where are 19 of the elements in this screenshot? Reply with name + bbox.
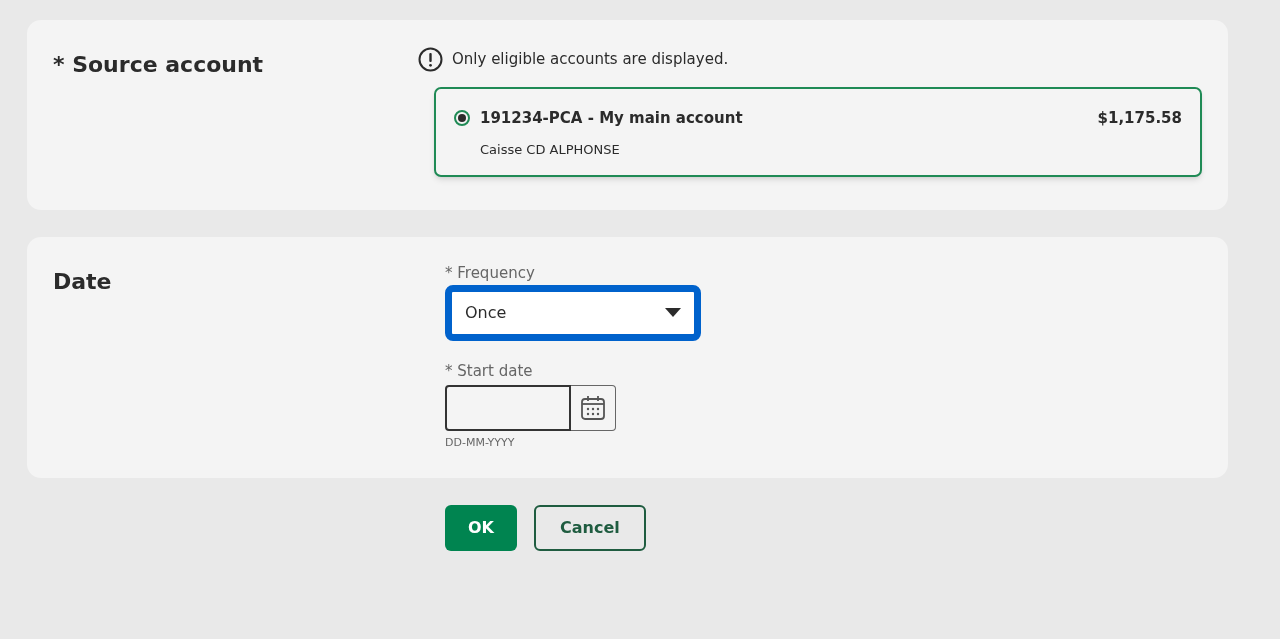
notice-text: Only eligible accounts are displayed. bbox=[452, 49, 729, 71]
account-name: 191234-PCA - My main account bbox=[480, 108, 743, 129]
section-title: * Source account bbox=[53, 51, 265, 79]
ok-button[interactable]: OK bbox=[445, 505, 517, 551]
date-input-field[interactable] bbox=[445, 385, 571, 431]
field-label: * Frequency bbox=[445, 263, 535, 283]
section-title: Date bbox=[53, 268, 113, 296]
calendar-icon bbox=[580, 395, 606, 421]
account-balance: $1,175.58 bbox=[1097, 108, 1182, 129]
cancel-button[interactable]: Cancel bbox=[534, 505, 646, 551]
calendar-button[interactable] bbox=[571, 385, 616, 431]
frequency-dropdown[interactable]: Once bbox=[445, 285, 701, 341]
caret-icon bbox=[665, 308, 681, 318]
branch-name: Caisse CD ALPHONSE bbox=[479, 140, 620, 159]
date-format-hint: DD-MM-YYYY bbox=[445, 435, 515, 451]
radio-button[interactable] bbox=[454, 110, 470, 127]
field-label: * Start date bbox=[445, 361, 533, 381]
account-option[interactable]: 191234-PCA - My main account $1,175.58 Caisse CD ALPHONSE bbox=[434, 87, 1202, 177]
info-icon bbox=[418, 47, 443, 72]
